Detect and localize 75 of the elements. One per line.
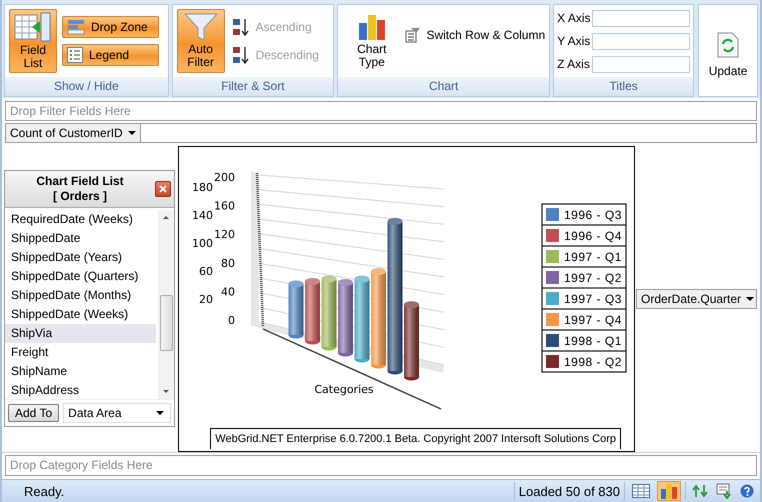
legend-icon: [67, 47, 83, 63]
scrollbar[interactable]: [158, 210, 174, 399]
copyright-text: WebGrid.NET Enterprise 6.0.7200.1 Beta. Copyright 2007 Intersoft Solutions Corp: [210, 428, 621, 449]
axis-title-label: X Axis: [557, 11, 588, 25]
field-list-item[interactable]: ShippedDate (Quarters): [5, 267, 156, 286]
legend-label: 1996 - Q4: [564, 229, 622, 243]
cylinder-bar: [288, 280, 304, 338]
panel-title: Chart Field List [ Orders ]: [35, 174, 125, 204]
field-list-item[interactable]: ShippedDate: [5, 229, 156, 248]
refresh-button[interactable]: [690, 482, 710, 500]
view-toggle-button[interactable]: [629, 481, 653, 501]
axis-title-field[interactable]: [592, 32, 690, 50]
drop-zone-icon: [67, 19, 85, 35]
sort-descending-icon: [232, 45, 250, 65]
field-list-item[interactable]: ShippedDate (Weeks): [5, 305, 156, 324]
data-field-button[interactable]: Count of CustomerID: [6, 124, 141, 142]
group-label: Show / Hide: [5, 77, 168, 96]
caret-icon: [746, 297, 754, 301]
toggle-button[interactable]: Drop Zone: [62, 16, 159, 38]
sort-ascending-icon: [232, 17, 250, 37]
legend-label: 1996 - Q3: [564, 208, 622, 222]
y-tick-label: 0: [228, 314, 235, 327]
legend-label: 1998 - Q1: [564, 334, 622, 348]
record-count: Loaded 50 of 830: [518, 484, 620, 498]
chart-type-button[interactable]: Chart Type: [348, 9, 396, 73]
field-list-icon: [14, 12, 52, 42]
y-tick-label: 180: [192, 181, 213, 194]
bar-chart-icon: [356, 13, 387, 41]
refresh-page-icon: [717, 32, 740, 58]
group-label: Titles: [554, 77, 694, 96]
axis-title-field[interactable]: [592, 10, 690, 26]
field-list-item[interactable]: ShipName: [5, 362, 156, 381]
view-toggle-button[interactable]: [657, 481, 681, 501]
legend-label: 1997 - Q2: [564, 271, 622, 285]
toggle-button[interactable]: Legend: [62, 44, 159, 66]
field-list-item[interactable]: ShipAddress: [5, 381, 156, 400]
axis-title-label: Z Axis: [557, 57, 588, 71]
field-list-item[interactable]: ShipVia: [5, 324, 156, 343]
y-tick-label: 100: [192, 237, 213, 250]
add-to-button[interactable]: Add To: [8, 404, 60, 422]
y-tick-label: 200: [214, 171, 235, 184]
y-tick-label: 140: [192, 209, 213, 222]
switch-icon: [405, 27, 422, 43]
axis-title-label: Y Axis: [557, 34, 588, 48]
y-tick-label: 20: [199, 293, 213, 306]
legend-label: 1997 - Q1: [564, 250, 622, 264]
group-label: Filter & Sort: [172, 77, 334, 96]
close-button[interactable]: [155, 181, 171, 197]
caret-icon: [128, 131, 136, 135]
x-axis-title: Categories: [314, 383, 374, 396]
field-list-item[interactable]: ShippedDate (Years): [5, 248, 156, 267]
field-list-item[interactable]: ShippedDate (Months): [5, 286, 156, 305]
y-tick-label: 160: [214, 200, 235, 213]
auto-filter-button[interactable]: Auto Filter: [176, 9, 225, 73]
close-icon: [159, 185, 167, 193]
legend-label: 1997 - Q4: [564, 313, 622, 327]
cylinder-bar: [305, 278, 320, 344]
help-icon[interactable]: [738, 483, 756, 499]
y-tick-label: 60: [199, 265, 213, 278]
group-label: Chart: [338, 77, 550, 96]
y-tick-label: 40: [221, 285, 235, 298]
legend-label: 1998 - Q2: [564, 355, 622, 369]
axis-title-field[interactable]: [592, 56, 690, 72]
status-text: Ready.: [24, 484, 64, 498]
y-tick-label: 120: [214, 228, 235, 242]
legend-label: 1997 - Q3: [564, 292, 622, 306]
field-list-item[interactable]: RequiredDate (Weeks): [5, 210, 156, 229]
area-dropdown[interactable]: Data Area: [63, 403, 171, 423]
field-list-item[interactable]: Freight: [5, 343, 156, 362]
update-button[interactable]: Update: [698, 4, 758, 97]
series-field-button[interactable]: OrderDate.Quarter: [636, 289, 757, 309]
funnel-icon: [184, 13, 218, 41]
switch-row-column-button[interactable]: Switch Row & Column: [405, 27, 546, 43]
y-tick-label: 80: [221, 256, 235, 270]
field-list-button[interactable]: Field List: [9, 9, 57, 73]
